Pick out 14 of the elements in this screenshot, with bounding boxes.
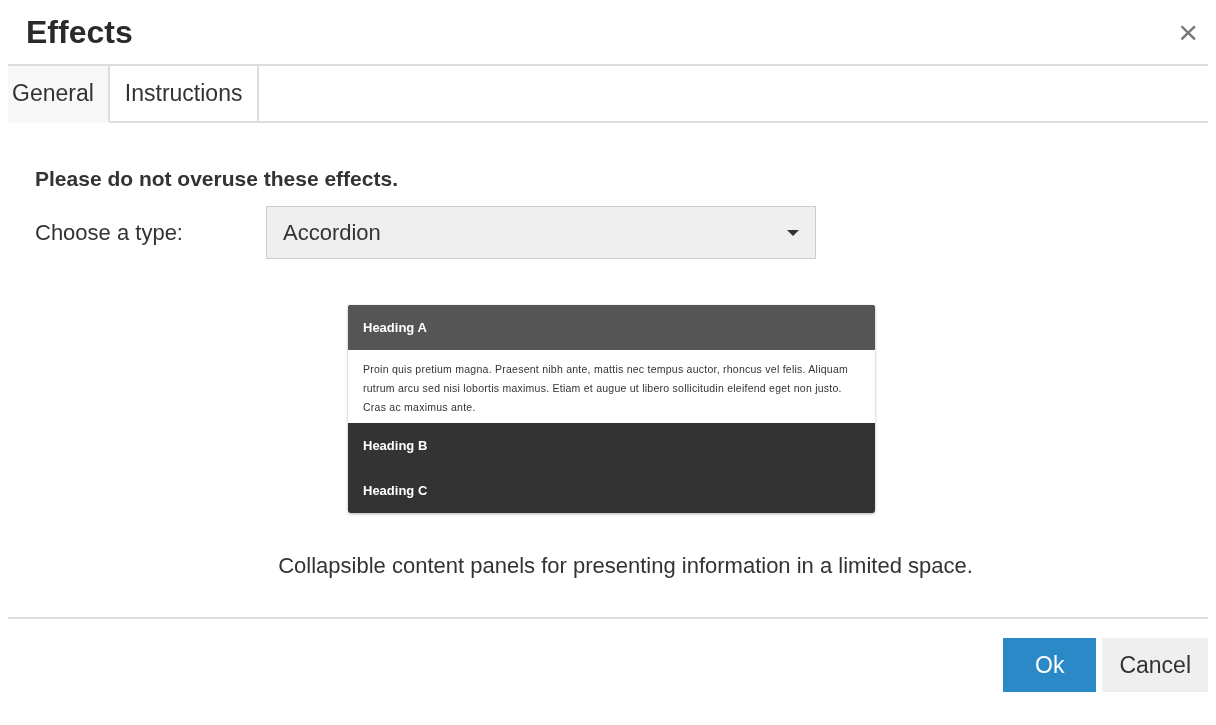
accordion-heading: Heading C	[362, 482, 429, 500]
type-label: Choose a type:	[35, 219, 184, 246]
type-dropdown[interactable]: Accordion	[266, 206, 816, 259]
tab[interactable]: General	[8, 66, 110, 123]
close-button[interactable]: ×	[1178, 12, 1198, 52]
dialog-button[interactable]: Ok	[1003, 638, 1097, 692]
dialog-button[interactable]: Cancel	[1102, 638, 1208, 692]
accordion-body-text: Proin quis pretium magna. Praesent nibh ante, mattis nec tempus auctor, rhoncus vel felis. Aliquam rutrum arcu sed nisi lobortis maximus. Etiam et augue ut libero sollicitudin eleifend eget non justo. Cras ac maximus ante.	[348, 350, 875, 423]
description-text: Collapsible content panels for presenting information in a limited space.	[277, 553, 974, 579]
accordion-heading: Heading B	[362, 437, 429, 455]
caret-icon	[787, 229, 799, 236]
warning-text: Please do not overuse these effects.	[35, 167, 399, 191]
accordion-heading: Heading A	[348, 305, 875, 350]
dialog-title: Effects	[26, 13, 133, 51]
